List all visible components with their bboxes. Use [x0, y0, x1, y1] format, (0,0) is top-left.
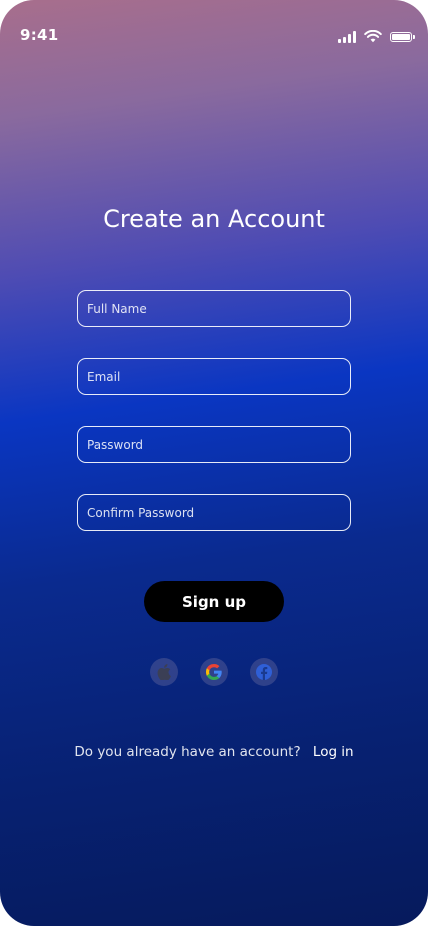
social-login-row — [0, 658, 428, 686]
confirm-password-field[interactable] — [77, 494, 351, 531]
login-link[interactable]: Log in — [313, 744, 354, 760]
wifi-icon — [364, 30, 382, 43]
full-name-field[interactable] — [77, 290, 351, 327]
apple-login-button[interactable] — [150, 658, 178, 686]
battery-icon — [390, 31, 415, 42]
cellular-signal-icon — [338, 30, 356, 43]
password-field[interactable] — [77, 426, 351, 463]
facebook-icon — [256, 664, 272, 680]
login-prompt: Do you already have an account? Log in — [0, 744, 428, 760]
phone-screen: 9:41 Create an Account Sign up — [0, 0, 428, 926]
facebook-login-button[interactable] — [250, 658, 278, 686]
google-login-button[interactable] — [200, 658, 228, 686]
apple-icon — [157, 664, 171, 680]
google-icon — [206, 664, 222, 680]
status-time: 9:41 — [20, 26, 59, 44]
status-bar: 9:41 — [0, 0, 428, 60]
page-title: Create an Account — [103, 205, 325, 233]
status-icons — [338, 30, 415, 43]
signup-button[interactable]: Sign up — [144, 581, 284, 622]
email-field[interactable] — [77, 358, 351, 395]
login-question: Do you already have an account? — [74, 744, 301, 760]
